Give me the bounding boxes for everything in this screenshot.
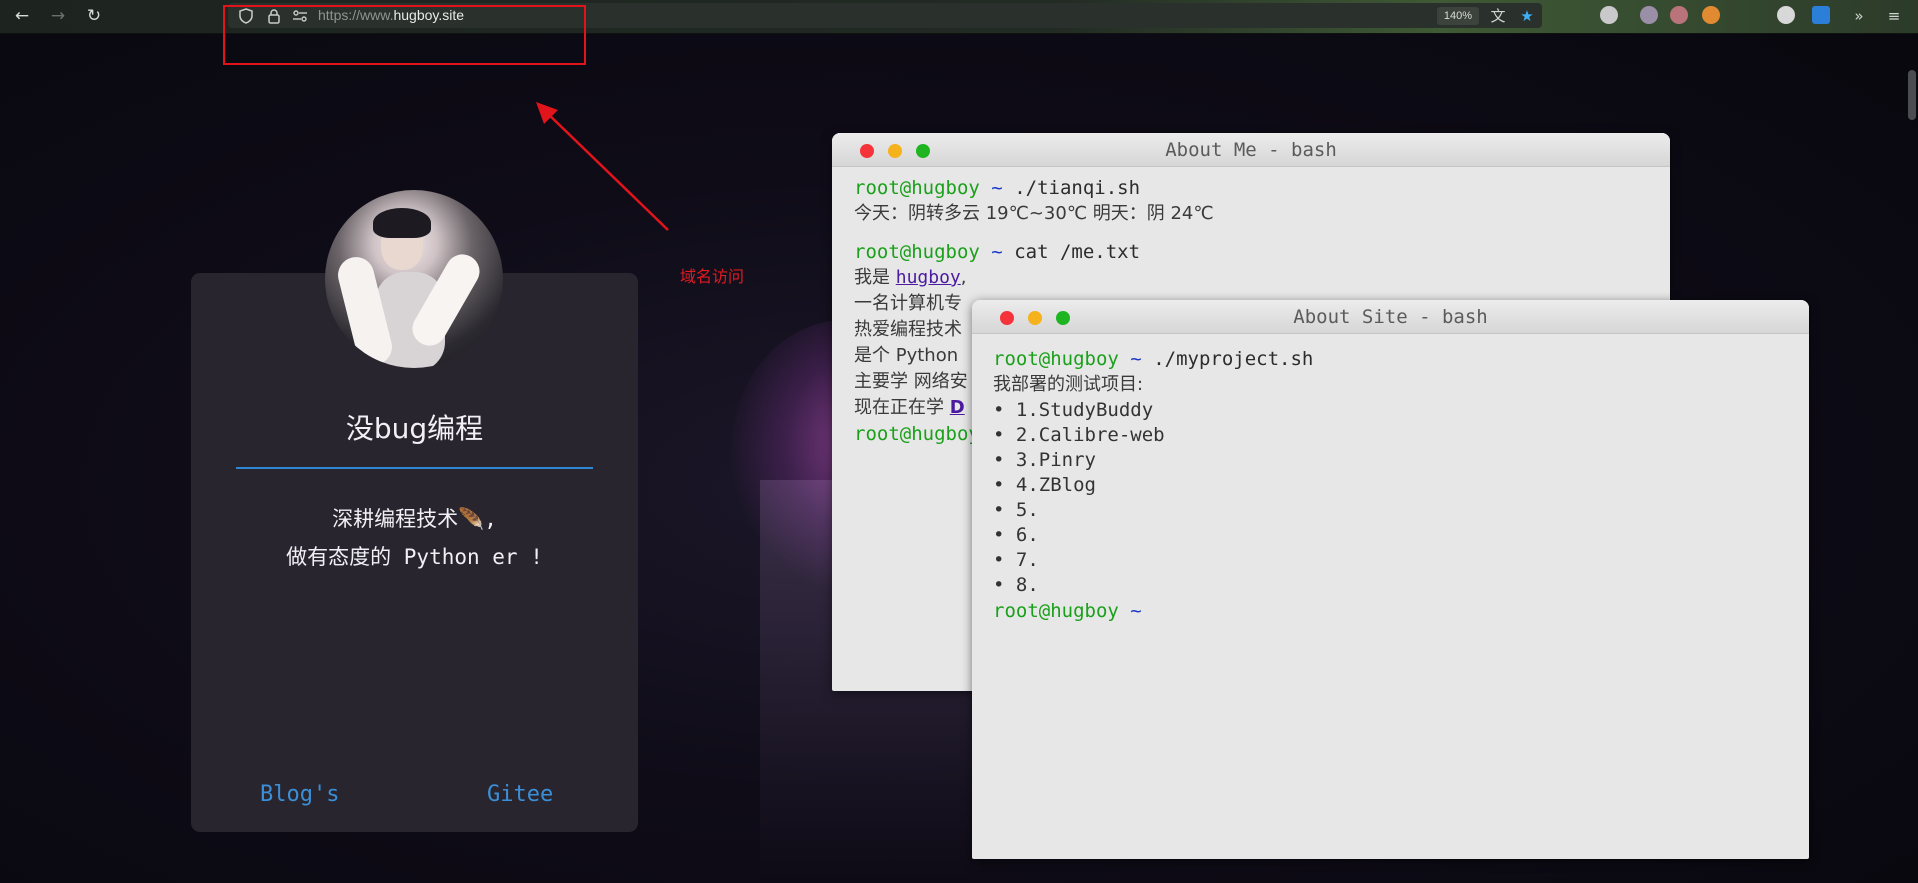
project-name: 4.ZBlog — [1015, 474, 1096, 496]
command-text: ./tianqi.sh — [1014, 177, 1141, 199]
annotation-highlight-box — [223, 5, 586, 65]
zoom-level-badge[interactable]: 140% — [1437, 7, 1479, 25]
weather-output: 今天：阴转多云 19℃~30℃ 明天：阴 24℃ — [854, 203, 1214, 224]
annotation-arrow-icon — [536, 102, 669, 231]
extension-icon[interactable] — [1600, 6, 1618, 24]
profile-divider — [236, 467, 593, 469]
prompt-user: root@hugboy — [854, 177, 980, 199]
back-icon[interactable]: ← — [12, 6, 32, 26]
terminal-titlebar[interactable]: About Me - bash — [832, 133, 1670, 167]
command-text: cat /me.txt — [1014, 241, 1141, 263]
extension-icon[interactable] — [1670, 6, 1688, 24]
project-name: 6. — [1015, 524, 1039, 546]
list-item: • 1.StudyBuddy — [993, 399, 1154, 421]
avatar — [325, 190, 503, 368]
list-item: • 4.ZBlog — [993, 474, 1096, 496]
prompt-user: root@hugboy — [993, 600, 1119, 622]
prompt-user: root@hugboy — [854, 423, 980, 445]
terminal-body: root@hugboy ~ ./myproject.sh 我部署的测试项目: •… — [993, 346, 1797, 624]
overflow-menu-icon[interactable]: » — [1849, 6, 1869, 26]
project-name: 3.Pinry — [1015, 449, 1096, 471]
motto-line: 深耕编程技术🪶, — [332, 507, 497, 531]
annotation-label: 域名访问 — [680, 267, 745, 286]
bookmark-star-icon[interactable]: ★ — [1517, 6, 1537, 26]
hamburger-menu-icon[interactable]: ≡ — [1884, 6, 1904, 26]
command-line: root@hugboy ~ ./myproject.sh — [993, 346, 1797, 372]
project-intro: 我部署的测试项目: — [993, 374, 1144, 395]
motto-line: 做有态度的 Python er ! — [286, 545, 543, 569]
blogs-link[interactable]: Blog's — [260, 782, 339, 807]
output-text: 我是 — [854, 267, 896, 288]
command-line: root@hugboy ~ — [993, 598, 1797, 624]
list-item: • 7. — [993, 549, 1039, 571]
hugboy-link[interactable]: hugboy — [896, 267, 961, 288]
list-item: • 3.Pinry — [993, 449, 1096, 471]
prompt-tilde: ~ — [1130, 600, 1142, 622]
terminal-title: About Me - bash — [1165, 139, 1337, 161]
extension-icon[interactable] — [1777, 6, 1795, 24]
extension-icon[interactable] — [1812, 6, 1830, 24]
forward-icon[interactable]: → — [48, 6, 68, 26]
output-text: , — [960, 267, 967, 288]
prompt-tilde: ~ — [1130, 348, 1142, 370]
profile-name: 没bug编程 — [345, 412, 484, 445]
list-item: • 5. — [993, 499, 1039, 521]
page-scrollbar[interactable] — [1908, 70, 1916, 120]
command-line: root@hugboy ~ ./tianqi.sh — [854, 175, 1658, 201]
output-text: 现在正在学 — [854, 397, 950, 418]
reload-icon[interactable]: ↻ — [84, 6, 104, 26]
learning-link[interactable]: D — [950, 397, 965, 418]
project-name: 2.Calibre-web — [1015, 424, 1165, 446]
prompt-tilde: ~ — [991, 241, 1003, 263]
terminal-titlebar[interactable]: About Site - bash — [972, 300, 1809, 334]
project-name: 5. — [1015, 499, 1039, 521]
prompt-user: root@hugboy — [993, 348, 1119, 370]
translate-icon[interactable]: 文 — [1488, 6, 1508, 26]
command-text: ./myproject.sh — [1153, 348, 1314, 370]
list-item: • 6. — [993, 524, 1039, 546]
command-line: root@hugboy ~ cat /me.txt — [854, 239, 1658, 265]
project-name: 1.StudyBuddy — [1015, 399, 1154, 421]
gitee-link[interactable]: Gitee — [487, 782, 553, 807]
list-item: • 2.Calibre-web — [993, 424, 1165, 446]
extension-icon[interactable] — [1640, 6, 1658, 24]
prompt-user: root@hugboy — [854, 241, 980, 263]
about-site-terminal[interactable]: About Site - bash root@hugboy ~ ./myproj… — [972, 300, 1809, 859]
extension-icon[interactable] — [1702, 6, 1720, 24]
project-name: 8. — [1015, 574, 1039, 596]
project-name: 7. — [1015, 549, 1039, 571]
prompt-tilde: ~ — [991, 177, 1003, 199]
list-item: • 8. — [993, 574, 1039, 596]
output-line: 我是 hugboy, — [854, 265, 1658, 291]
terminal-title: About Site - bash — [1293, 306, 1488, 328]
profile-motto: 深耕编程技术🪶, 做有态度的 Python er ! — [191, 500, 638, 576]
project-list: • 1.StudyBuddy • 2.Calibre-web • 3.Pinry… — [993, 398, 1797, 598]
